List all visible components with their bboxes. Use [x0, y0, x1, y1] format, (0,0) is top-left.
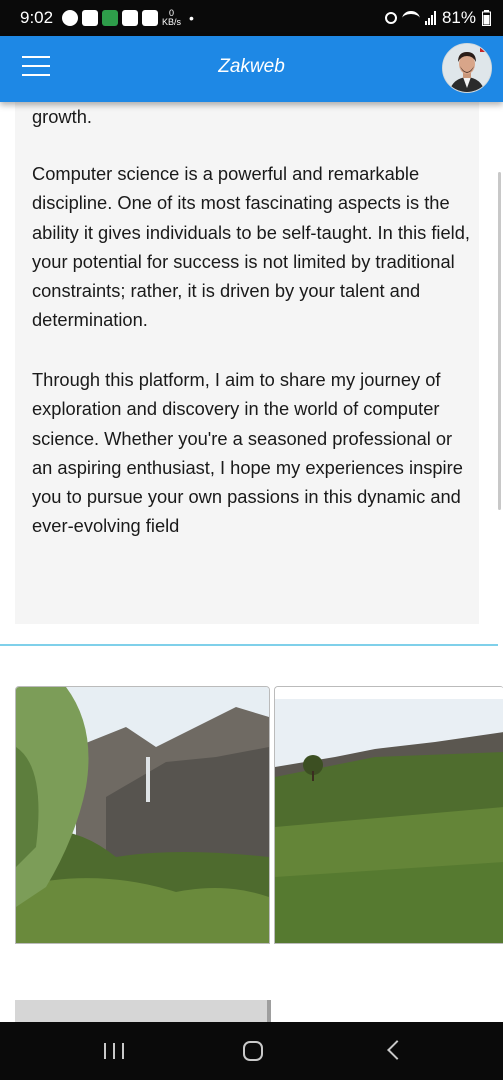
section-divider	[0, 644, 498, 646]
paragraph-2: Through this platform, I aim to share my…	[32, 369, 463, 537]
mountain-waterfall-photo[interactable]	[15, 686, 270, 944]
about-card: growth. Computer science is a powerful a…	[15, 100, 479, 624]
facebook-icon	[62, 10, 78, 26]
youtube-icon	[82, 10, 98, 26]
avatar-image	[443, 44, 491, 92]
battery-level: 81%	[441, 8, 476, 27]
terraced-hillside-image	[275, 687, 503, 943]
gallery-icon	[122, 10, 138, 26]
home-icon[interactable]	[243, 1041, 263, 1061]
app-bar: Zakweb	[0, 36, 503, 102]
alarm-icon	[384, 12, 397, 24]
battery-icon	[482, 10, 491, 26]
paragraph-1: Computer science is a powerful and remar…	[32, 163, 470, 331]
network-speed-unit: KB/s	[162, 17, 182, 27]
more-notifications-dot: •	[189, 10, 194, 26]
status-time: 9:02	[20, 8, 54, 27]
terraced-hillside-photo[interactable]	[274, 686, 503, 944]
notification-icons: 0 KB/s •	[62, 9, 194, 27]
fitness-icon	[102, 10, 118, 26]
signal-icon	[424, 11, 436, 25]
system-icons: 81%	[384, 8, 491, 28]
next-card-preview	[15, 1000, 271, 1022]
wifi-icon	[402, 10, 420, 26]
recent-apps-icon[interactable]	[104, 1043, 124, 1059]
back-icon[interactable]	[387, 1040, 407, 1060]
status-bar: 9:02 0 KB/s • 81%	[0, 0, 503, 36]
app-title[interactable]: Zakweb	[0, 56, 503, 78]
system-nav-bar	[0, 1022, 503, 1080]
app-notification-icon	[142, 10, 158, 26]
paragraph-ending: growth.	[32, 106, 92, 127]
page-scrollbar[interactable]	[498, 172, 501, 510]
mountain-waterfall-image	[16, 687, 269, 943]
user-avatar[interactable]	[442, 43, 492, 93]
network-speed: 0 KB/s	[162, 9, 181, 27]
